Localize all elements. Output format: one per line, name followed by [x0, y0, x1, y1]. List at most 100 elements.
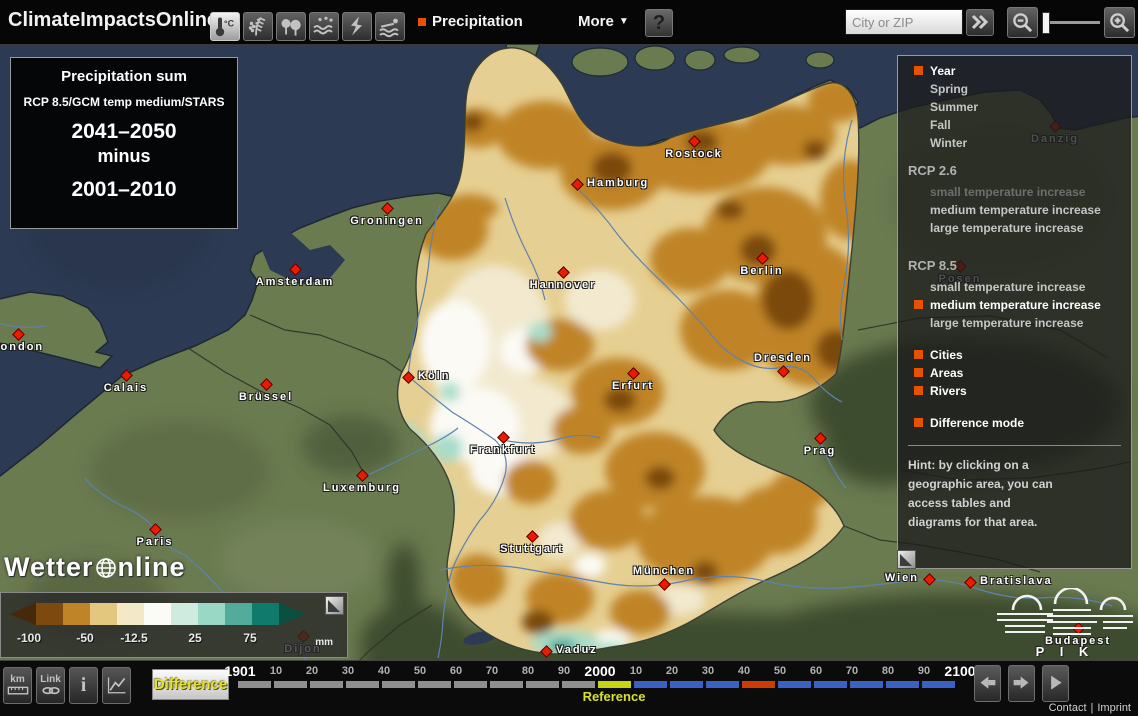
decade-segment-past[interactable] — [382, 681, 415, 688]
option-winter[interactable]: Winter — [914, 136, 1125, 149]
agriculture-icon[interactable] — [243, 12, 273, 41]
hint-text: Hint: by clicking on ageographic area, y… — [908, 456, 1125, 532]
ramp-segment — [252, 603, 279, 625]
city-dot — [571, 178, 584, 191]
option-label: large temperature increase — [930, 316, 1083, 330]
city-dot — [756, 252, 769, 265]
zoom-slider-track[interactable] — [1046, 21, 1100, 24]
ramp-segment — [171, 603, 198, 625]
info-title: Precipitation sum — [11, 68, 237, 85]
imprint-link[interactable]: Imprint — [1097, 702, 1131, 714]
selection-bullet — [914, 300, 923, 309]
decade-label: 20 — [306, 665, 318, 677]
option-large-temperature-increase[interactable]: large temperature increase — [914, 316, 1125, 329]
city-label: Prag — [804, 445, 836, 457]
decade-segment-past[interactable] — [562, 681, 595, 688]
zoom-in-button[interactable] — [1104, 7, 1135, 38]
app-window: LondonCalaisAmsterdamBrüsselGroningenHam… — [0, 0, 1138, 716]
difference-button[interactable]: Difference — [152, 669, 229, 700]
option-year[interactable]: Year — [914, 64, 1125, 77]
decade-segment-future[interactable] — [922, 681, 955, 688]
scale-button[interactable]: km — [3, 667, 32, 704]
info-operator: minus — [11, 146, 237, 167]
pik-label: P I K — [995, 644, 1135, 659]
option-label: small temperature increase — [930, 185, 1085, 199]
water-icon[interactable] — [309, 12, 339, 41]
decade-segment-future[interactable] — [778, 681, 811, 688]
ramp-segment — [198, 603, 225, 625]
decade-segment-past[interactable] — [490, 681, 523, 688]
decade-label: 40 — [738, 665, 750, 677]
option-medium-temperature-increase[interactable]: medium temperature increase — [914, 298, 1125, 311]
panel-collapse-button[interactable] — [897, 550, 916, 569]
city-dot — [260, 378, 273, 391]
menu-item-precipitation[interactable]: Precipitation — [418, 13, 523, 30]
selection-bullet — [914, 418, 923, 427]
zoom-out-button[interactable] — [1007, 7, 1038, 38]
forestry-icon[interactable] — [276, 12, 306, 41]
search-go-button[interactable] — [966, 9, 994, 36]
help-button[interactable]: ? — [645, 9, 673, 37]
decade-segment-future[interactable] — [886, 681, 919, 688]
option-difference-mode[interactable]: Difference mode — [914, 416, 1125, 429]
decade-segment-future[interactable] — [814, 681, 847, 688]
option-small-temperature-increase[interactable]: small temperature increase — [914, 280, 1125, 293]
option-areas[interactable]: Areas — [914, 366, 1125, 379]
energy-icon[interactable] — [342, 12, 372, 41]
selection-bullet — [914, 368, 923, 377]
option-label: Rivers — [930, 384, 967, 398]
option-rivers[interactable]: Rivers — [914, 384, 1125, 397]
city-dot — [120, 369, 133, 382]
temperature-icon[interactable]: °C — [210, 12, 240, 41]
decade-segment-past[interactable] — [310, 681, 343, 688]
city-dot — [964, 576, 977, 589]
option-label: Year — [930, 64, 955, 78]
legend-tick-label: 75 — [243, 631, 256, 645]
decade-segment-past[interactable] — [346, 681, 379, 688]
link-button[interactable]: Link — [36, 667, 65, 704]
decade-label: 50 — [774, 665, 786, 677]
decade-segment-past[interactable] — [274, 681, 307, 688]
option-spring[interactable]: Spring — [914, 82, 1125, 95]
decade-segment-selected[interactable] — [742, 681, 775, 688]
decade-segment-reference[interactable] — [598, 681, 631, 688]
option-small-temperature-increase[interactable]: small temperature increase — [914, 185, 1125, 198]
decade-segment-past[interactable] — [418, 681, 451, 688]
contact-link[interactable]: Contact — [1049, 702, 1087, 714]
option-summer[interactable]: Summer — [914, 100, 1125, 113]
decade-segment-future[interactable] — [706, 681, 739, 688]
decade-segment-past[interactable] — [526, 681, 559, 688]
search-input[interactable] — [845, 9, 963, 35]
legend-collapse-button[interactable] — [325, 596, 344, 615]
info-button[interactable]: i — [69, 667, 98, 704]
rcp85-header: RCP 8.5 — [908, 258, 1125, 273]
city-dot — [557, 266, 570, 279]
step-forward-button[interactable] — [1008, 665, 1035, 702]
rcp85-options: small temperature increase medium tempera… — [908, 280, 1125, 329]
step-back-button[interactable] — [974, 665, 1001, 702]
play-button[interactable] — [1042, 665, 1069, 702]
decade-segment-past[interactable] — [454, 681, 487, 688]
city-label: Paris — [137, 536, 174, 548]
decade-segment-future[interactable] — [670, 681, 703, 688]
chart-button[interactable] — [102, 667, 131, 704]
city-dot — [356, 469, 369, 482]
decade-label: 70 — [846, 665, 858, 677]
map-layer-options: Cities Areas Rivers — [908, 348, 1125, 397]
city-label: Luxemburg — [323, 482, 401, 494]
decade-segment-future[interactable] — [850, 681, 883, 688]
decade-segment-future[interactable] — [634, 681, 667, 688]
option-cities[interactable]: Cities — [914, 348, 1125, 361]
tourism-icon[interactable] — [375, 12, 405, 41]
decade-segment-past[interactable] — [238, 681, 271, 688]
footer-links: Contact|Imprint — [1047, 702, 1133, 714]
option-fall[interactable]: Fall — [914, 118, 1125, 131]
option-large-temperature-increase[interactable]: large temperature increase — [914, 221, 1125, 234]
zoom-slider-handle[interactable] — [1042, 12, 1050, 34]
selection-bullet — [914, 66, 923, 75]
city-dot — [381, 202, 394, 215]
menu-item-more[interactable]: More ▼ — [578, 13, 629, 30]
rcp26-options: small temperature increase medium tempera… — [908, 185, 1125, 234]
tool-label: Link — [40, 675, 61, 685]
option-medium-temperature-increase[interactable]: medium temperature increase — [914, 203, 1125, 216]
